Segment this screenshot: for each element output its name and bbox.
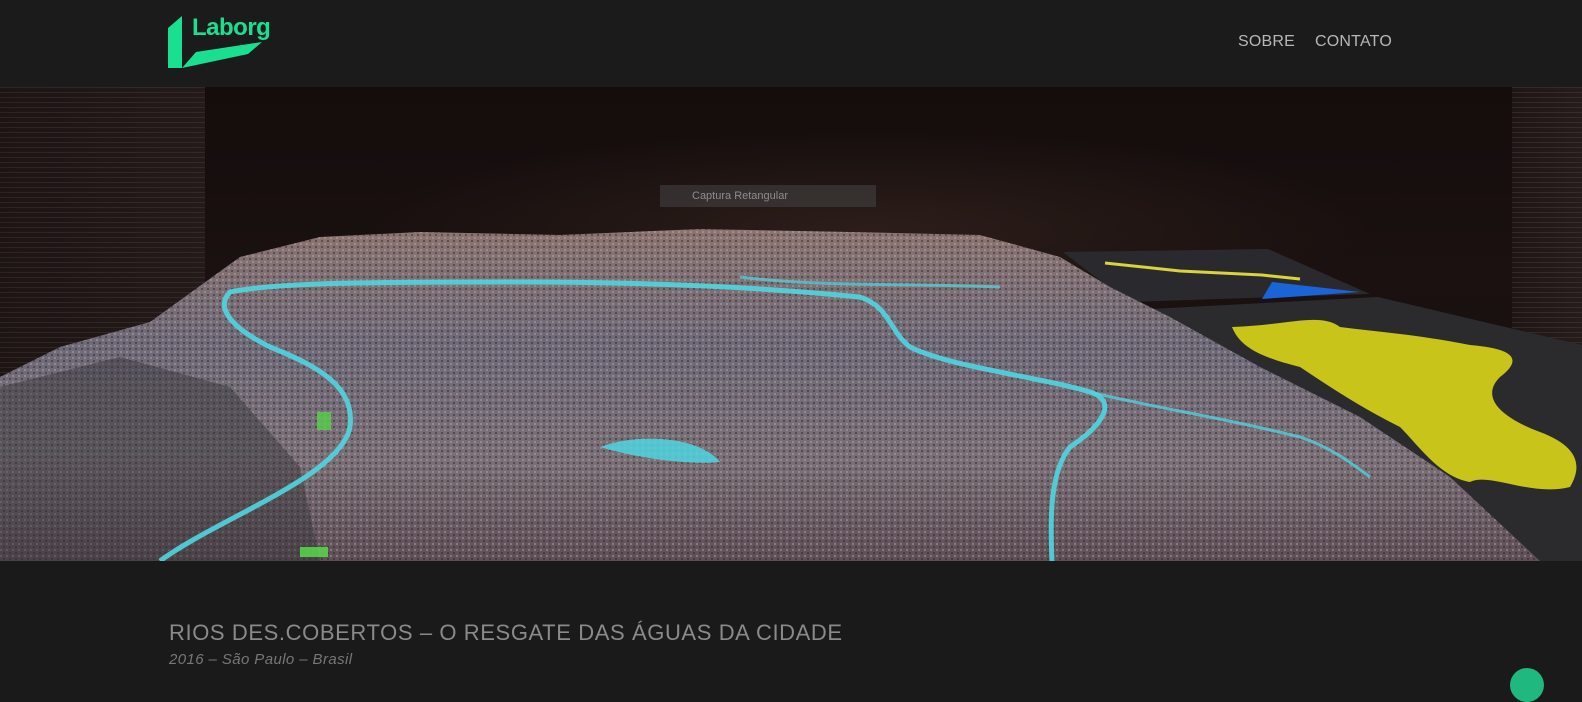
site-header: Laborg SOBRE CONTATO — [0, 0, 1582, 87]
nav-item-sobre[interactable]: SOBRE — [1238, 33, 1295, 51]
project-meta: 2016 – São Paulo – Brasil — [169, 651, 353, 668]
project-title: RIOS DES.COBERTOS – O RESGATE DAS ÁGUAS … — [169, 620, 843, 645]
scroll-up-icon[interactable] — [1510, 668, 1544, 702]
brand-logo[interactable]: Laborg — [168, 14, 280, 68]
hero-image: Captura Retangular — [0, 87, 1582, 561]
capture-overlay-label: Captura Retangular — [660, 185, 876, 207]
main-nav: SOBRE CONTATO — [1238, 33, 1392, 51]
city-model-illustration — [0, 229, 1582, 561]
nav-item-contato[interactable]: CONTATO — [1315, 33, 1392, 51]
brand-name: Laborg — [192, 14, 271, 41]
